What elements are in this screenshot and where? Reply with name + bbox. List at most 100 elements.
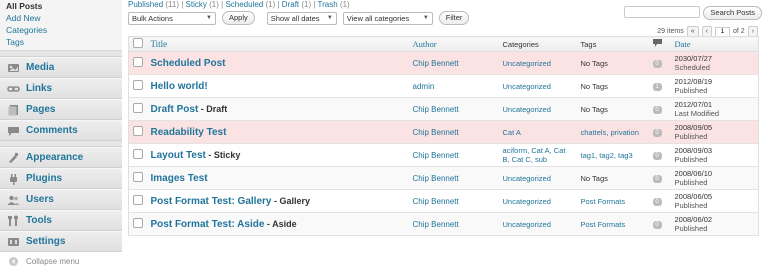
search-input[interactable] [624,6,701,18]
sidebar-item-plugins[interactable]: Plugins [0,168,122,189]
tools-icon [6,214,21,227]
post-author-link[interactable]: Chip Bennett [413,197,459,206]
count-scheduled: (1) [265,0,276,9]
filter-published[interactable]: Published [128,0,163,9]
row-checkbox[interactable] [133,103,143,113]
apply-button[interactable]: Apply [222,11,255,25]
post-author-link[interactable]: Chip Bennett [413,105,459,114]
post-status-filters: Published (11) | Sticky (1) | Scheduled … [128,0,350,9]
post-title-link[interactable]: Images Test [151,173,208,184]
bulk-actions-select[interactable]: Bulk Actions ▼ [128,11,216,25]
sidebar-item-appearance[interactable]: Appearance [0,147,122,168]
filter-button[interactable]: Filter [438,11,470,25]
current-page-input[interactable] [714,26,730,37]
submenu-add-new[interactable]: Add New [6,12,122,24]
column-title[interactable]: Title [146,36,409,52]
comment-count-bubble[interactable]: 0 [652,106,662,114]
collapse-menu-button[interactable]: Collapse menu [0,252,122,271]
row-checkbox[interactable] [133,149,143,159]
post-title-link[interactable]: Readability Test [151,127,227,138]
categories-filter-value: View all categories [346,13,410,23]
row-checkbox[interactable] [133,218,143,228]
categories-filter-select[interactable]: View all categories ▼ [342,11,433,25]
post-title-link[interactable]: Layout Test [151,150,206,161]
comment-count-bubble[interactable]: 0 [652,152,662,160]
post-author-link[interactable]: Chip Bennett [413,59,459,68]
post-categories[interactable]: Uncategorized [503,82,551,91]
sidebar-item-label: Settings [26,236,66,247]
sidebar-item-settings[interactable]: Settings [0,231,122,252]
row-checkbox[interactable] [133,126,143,136]
row-checkbox[interactable] [133,57,143,67]
post-state: - Aside [264,218,297,229]
post-title-link[interactable]: Draft Post [151,104,199,115]
filter-trash[interactable]: Trash [318,0,338,9]
total-pages: of 2 [732,28,745,35]
post-date: 2012/08/19 [674,77,713,86]
sidebar-item-pages[interactable]: Pages [0,99,122,120]
table-row: Layout Test - Sticky Chip Bennett acifor… [128,143,759,167]
table-row: Post Format Test: Gallery - Gallery Chip… [128,189,759,213]
post-tags[interactable]: chattels, privation [581,128,639,137]
chevron-down-icon: ▼ [206,14,212,21]
post-author-link[interactable]: Chip Bennett [413,151,459,160]
submenu-all-posts[interactable]: All Posts [6,0,122,12]
comment-count-bubble[interactable]: 0 [652,221,662,229]
comment-count-bubble[interactable]: 0 [652,129,662,137]
post-tags[interactable]: Post Formats [581,220,626,229]
post-categories[interactable]: Uncategorized [503,59,551,68]
sidebar-item-comments[interactable]: Comments [0,120,122,141]
post-author-link[interactable]: Chip Bennett [413,174,459,183]
column-date[interactable]: Date [670,36,759,52]
submenu-tags[interactable]: Tags [6,36,122,48]
pages-icon [6,103,21,116]
post-tags[interactable]: Post Formats [581,197,626,206]
post-categories[interactable]: Uncategorized [503,220,551,229]
sidebar-item-tools[interactable]: Tools [0,210,122,231]
post-status: Scheduled [674,63,710,72]
post-categories[interactable]: Uncategorized [503,105,551,114]
submenu-categories[interactable]: Categories [6,24,122,36]
post-tags[interactable]: tag1, tag2, tag3 [581,151,633,160]
post-tags: No Tags [580,173,608,183]
dates-filter-select[interactable]: Show all dates ▼ [266,11,337,25]
post-categories[interactable]: Uncategorized [503,197,551,206]
comment-count-bubble[interactable]: 0 [652,198,662,206]
users-icon [6,193,21,206]
post-title-link[interactable]: Post Format Test: Gallery [151,196,272,207]
sidebar-item-label: Media [26,62,55,73]
comment-count-bubble[interactable]: 0 [652,60,662,68]
post-status: Published [674,86,708,95]
filter-sticky[interactable]: Sticky [186,0,207,9]
post-categories[interactable]: Uncategorized [503,174,551,183]
post-state: - Draft [198,103,228,114]
search-posts-button[interactable]: Search Posts [703,6,762,20]
count-sticky: (1) [209,0,219,9]
sidebar-item-media[interactable]: Media [0,57,122,78]
post-title-link[interactable]: Hello world! [151,81,208,92]
row-checkbox[interactable] [133,172,143,182]
post-title-link[interactable]: Post Format Test: Aside [151,219,265,230]
table-row: Scheduled Post Chip Bennett Uncategorize… [128,51,759,75]
filter-scheduled[interactable]: Scheduled [225,0,263,9]
post-author-link[interactable]: Chip Bennett [413,128,459,137]
sidebar-item-links[interactable]: Links [0,78,122,99]
row-checkbox[interactable] [133,80,143,90]
post-status: Published [674,132,708,141]
sidebar-item-label: Pages [26,104,56,115]
post-categories[interactable]: aciform, Cat A, Cat B, Cat C, sub [503,146,566,164]
bulk-actions-value: Bulk Actions [132,13,173,23]
sidebar-item-users[interactable]: Users [0,189,122,210]
filter-draft[interactable]: Draft [282,0,299,9]
select-all-checkbox[interactable] [133,38,143,48]
post-date: 2008/06/10 [674,169,713,178]
comment-count-bubble[interactable]: 0 [652,175,662,183]
links-icon [6,82,21,95]
table-row: Draft Post - Draft Chip Bennett Uncatego… [128,97,759,121]
post-author-link[interactable]: admin [413,82,435,91]
row-checkbox[interactable] [133,195,143,205]
post-author-link[interactable]: Chip Bennett [413,220,459,229]
comment-count-bubble[interactable]: 1 [652,83,662,91]
post-categories[interactable]: Cat A [503,128,521,137]
post-title-link[interactable]: Scheduled Post [151,58,226,69]
